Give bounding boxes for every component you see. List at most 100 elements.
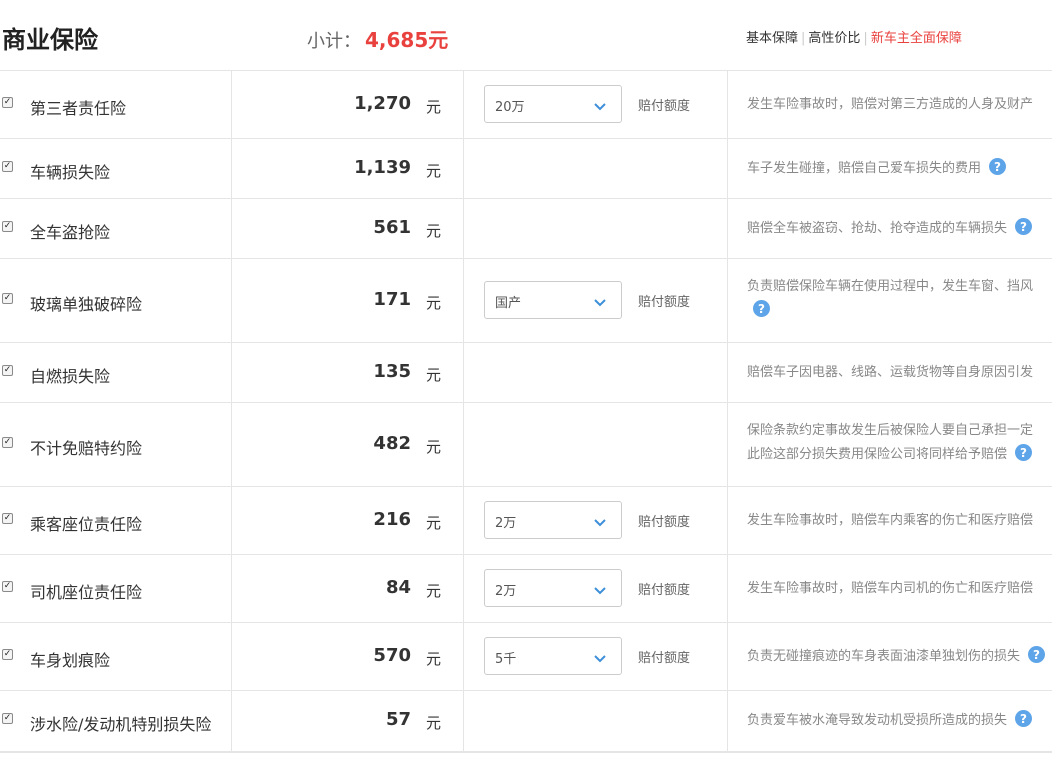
insurance-name: 全车盗抢险 — [30, 223, 111, 242]
svg-text:?: ? — [1020, 220, 1027, 234]
plan-full-link[interactable]: 新车主全面保障 — [871, 31, 962, 46]
plan-basic-link[interactable]: 基本保障 — [746, 31, 798, 46]
chevron-down-icon — [593, 581, 607, 595]
insurance-name: 车身划痕险 — [30, 651, 111, 670]
premium-unit: 元 — [426, 366, 442, 384]
row-checkbox[interactable]: ✓ — [2, 161, 13, 172]
premium-value: 84 — [385, 577, 411, 598]
price-cell: 570 元 — [232, 623, 464, 690]
description: 赔偿车子因电器、线路、运载货物等自身原因引发 — [747, 361, 1052, 385]
coverage-label: 赔付额度 — [638, 515, 691, 530]
name-cell: ✓ 车辆损失险 — [0, 139, 232, 198]
row-checkbox[interactable]: ✓ — [2, 649, 13, 660]
insurance-name: 涉水险/发动机特别损失险 — [30, 715, 212, 734]
table-row: ✓ 第三者责任险 1,270 元 20万 赔付额度 发生车险事故时，赔偿对第三方造成的人身及… — [0, 71, 1052, 139]
row-checkbox[interactable]: ✓ — [2, 221, 13, 232]
premium-unit: 元 — [426, 582, 442, 600]
description: 赔偿全车被盗窃、抢劫、抢夺造成的车辆损失? — [747, 217, 1052, 241]
description-line: 发生车险事故时，赔偿对第三方造成的人身及财产 — [747, 97, 1034, 112]
row-checkbox[interactable]: ✓ — [2, 581, 13, 592]
premium-value: 57 — [385, 709, 411, 730]
row-checkbox[interactable]: ✓ — [2, 437, 13, 448]
premium-unit: 元 — [426, 714, 442, 732]
description-cell: 保险条款约定事故发生后被保险人要自己承担一定 此险这部分损失费用保险公司将同样给予… — [728, 403, 1052, 486]
svg-text:?: ? — [758, 302, 765, 316]
row-checkbox[interactable]: ✓ — [2, 97, 13, 108]
plan-links: 基本保障 | 高性价比 | 新车主全面保障 — [746, 31, 962, 46]
insurance-name: 自燃损失险 — [30, 367, 111, 386]
coverage-select[interactable]: 2万 — [484, 569, 622, 607]
name-cell: ✓ 第三者责任险 — [0, 71, 232, 138]
help-icon[interactable]: ? — [1028, 646, 1046, 663]
description-cell: 赔偿车子因电器、线路、运载货物等自身原因引发 — [728, 343, 1052, 402]
option-cell — [464, 139, 728, 198]
insurance-name: 乘客座位责任险 — [30, 515, 143, 534]
subtotal: 小计： 4,685元 — [307, 24, 448, 53]
section-header: 商业保险 小计： 4,685元 基本保障 | 高性价比 | 新车主全面保障 — [0, 0, 1052, 70]
description: 负责爱车被水淹导致发动机受损所造成的损失? — [747, 709, 1052, 733]
coverage-select[interactable]: 2万 — [484, 501, 622, 539]
description-cell: 赔偿全车被盗窃、抢劫、抢夺造成的车辆损失? — [728, 199, 1052, 258]
premium-unit: 元 — [426, 162, 442, 180]
help-icon[interactable]: ? — [1015, 710, 1033, 727]
description: 保险条款约定事故发生后被保险人要自己承担一定 此险这部分损失费用保险公司将同样给予… — [747, 419, 1052, 467]
help-icon[interactable]: ? — [989, 158, 1007, 175]
table-row: ✓ 玻璃单独破碎险 171 元 国产 赔付额度 负责赔偿保险车辆在使用过程中，发生车窗、挡风… — [0, 259, 1052, 343]
option-cell: 2万 赔付额度 — [464, 487, 728, 554]
description-line: 发生车险事故时，赔偿车内乘客的伤亡和医疗赔偿 — [747, 513, 1034, 528]
coverage-label: 赔付额度 — [638, 651, 691, 666]
row-checkbox[interactable]: ✓ — [2, 293, 13, 304]
help-icon[interactable]: ? — [1015, 444, 1033, 461]
coverage-select[interactable]: 5千 — [484, 637, 622, 675]
name-cell: ✓ 玻璃单独破碎险 — [0, 259, 232, 342]
premium-value: 1,139 — [354, 157, 411, 178]
row-checkbox[interactable]: ✓ — [2, 713, 13, 724]
option-cell — [464, 343, 728, 402]
table-row: ✓ 不计免赔特约险 482 元 保险条款约定事故发生后被保险人要自己承担一定 此险这部分损… — [0, 403, 1052, 487]
description-line: 发生车险事故时，赔偿车内司机的伤亡和医疗赔偿 — [747, 581, 1034, 596]
price-cell: 171 元 — [232, 259, 464, 342]
row-checkbox[interactable]: ✓ — [2, 513, 13, 524]
premium-unit: 元 — [426, 222, 442, 240]
plan-value-link[interactable]: 高性价比 — [808, 31, 860, 46]
help-icon[interactable]: ? — [1015, 218, 1033, 235]
coverage-select-value: 5千 — [495, 652, 517, 667]
coverage-select-value: 2万 — [495, 584, 517, 599]
insurance-name: 不计免赔特约险 — [30, 439, 143, 458]
chevron-down-icon — [593, 97, 607, 111]
table-row: ✓ 乘客座位责任险 216 元 2万 赔付额度 发生车险事故时，赔偿车内乘客的伤亡和医疗赔偿 — [0, 487, 1052, 555]
coverage-label: 赔付额度 — [638, 99, 691, 114]
description-cell: 负责无碰撞痕迹的车身表面油漆单独划伤的损失? — [728, 623, 1052, 690]
description-line: 负责赔偿保险车辆在使用过程中，发生车窗、挡风 — [747, 279, 1034, 294]
option-cell: 20万 赔付额度 — [464, 71, 728, 138]
insurance-name: 玻璃单独破碎险 — [30, 295, 143, 314]
premium-unit: 元 — [426, 294, 442, 312]
help-icon[interactable]: ? — [753, 300, 770, 317]
premium-value: 1,270 — [354, 93, 411, 114]
row-checkbox[interactable]: ✓ — [2, 365, 13, 376]
table-row: ✓ 全车盗抢险 561 元 赔偿全车被盗窃、抢劫、抢夺造成的车辆损失? — [0, 199, 1052, 259]
premium-unit: 元 — [426, 438, 442, 456]
coverage-select[interactable]: 20万 — [484, 85, 622, 123]
name-cell: ✓ 车身划痕险 — [0, 623, 232, 690]
coverage-select-value: 2万 — [495, 516, 517, 531]
coverage-label: 赔付额度 — [638, 295, 691, 310]
name-cell: ✓ 乘客座位责任险 — [0, 487, 232, 554]
coverage-select[interactable]: 国产 — [484, 281, 622, 319]
name-cell: ✓ 涉水险/发动机特别损失险 — [0, 691, 232, 751]
price-cell: 1,139 元 — [232, 139, 464, 198]
coverage-label: 赔付额度 — [638, 583, 691, 598]
description-cell: 发生车险事故时，赔偿对第三方造成的人身及财产 — [728, 71, 1052, 138]
description: 发生车险事故时，赔偿车内司机的伤亡和医疗赔偿 — [747, 577, 1052, 601]
subtotal-value: 4,685元 — [365, 28, 449, 52]
description-line: 负责无碰撞痕迹的车身表面油漆单独划伤的损失 — [747, 649, 1021, 664]
description-cell: 车子发生碰撞，赔偿自己爱车损失的费用? — [728, 139, 1052, 198]
description: 发生车险事故时，赔偿对第三方造成的人身及财产 — [747, 93, 1052, 117]
subtotal-label: 小计： — [307, 31, 361, 52]
svg-text:?: ? — [1020, 446, 1027, 460]
price-cell: 57 元 — [232, 691, 464, 751]
name-cell: ✓ 全车盗抢险 — [0, 199, 232, 258]
insurance-name: 司机座位责任险 — [30, 583, 143, 602]
premium-value: 561 — [373, 217, 411, 238]
premium-value: 482 — [373, 433, 411, 454]
